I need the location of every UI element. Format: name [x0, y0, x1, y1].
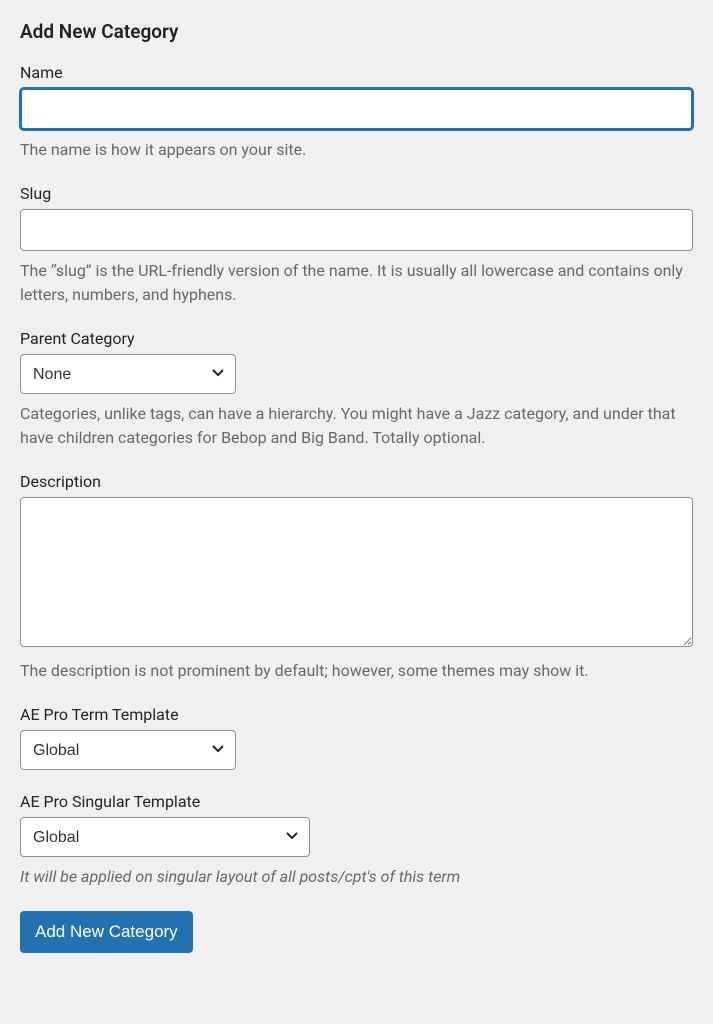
slug-field-group: Slug The “slug” is the URL-friendly vers…	[20, 184, 693, 307]
singular-template-help-text: It will be applied on singular layout of…	[20, 865, 693, 889]
term-template-select[interactable]: Global	[20, 730, 236, 770]
parent-label: Parent Category	[20, 329, 693, 348]
name-field-group: Name The name is how it appears on your …	[20, 63, 693, 162]
term-template-field-group: AE Pro Term Template Global	[20, 705, 693, 770]
slug-help-text: The “slug” is the URL-friendly version o…	[20, 259, 693, 307]
singular-template-field-group: AE Pro Singular Template Global It will …	[20, 792, 693, 889]
name-label: Name	[20, 63, 693, 82]
add-category-button[interactable]: Add New Category	[20, 911, 193, 953]
description-field-group: Description The description is not promi…	[20, 472, 693, 683]
add-category-form: Add New Category Name The name is how it…	[20, 20, 693, 953]
description-label: Description	[20, 472, 693, 491]
parent-select[interactable]: None	[20, 354, 236, 394]
singular-template-label: AE Pro Singular Template	[20, 792, 693, 811]
singular-template-select[interactable]: Global	[20, 817, 310, 857]
name-help-text: The name is how it appears on your site.	[20, 138, 693, 162]
description-textarea[interactable]	[20, 497, 693, 647]
slug-label: Slug	[20, 184, 693, 203]
description-help-text: The description is not prominent by defa…	[20, 659, 693, 683]
name-input[interactable]	[20, 88, 693, 130]
parent-help-text: Categories, unlike tags, can have a hier…	[20, 402, 693, 450]
form-heading: Add New Category	[20, 20, 693, 43]
slug-input[interactable]	[20, 209, 693, 251]
term-template-label: AE Pro Term Template	[20, 705, 693, 724]
parent-field-group: Parent Category None Categories, unlike …	[20, 329, 693, 450]
